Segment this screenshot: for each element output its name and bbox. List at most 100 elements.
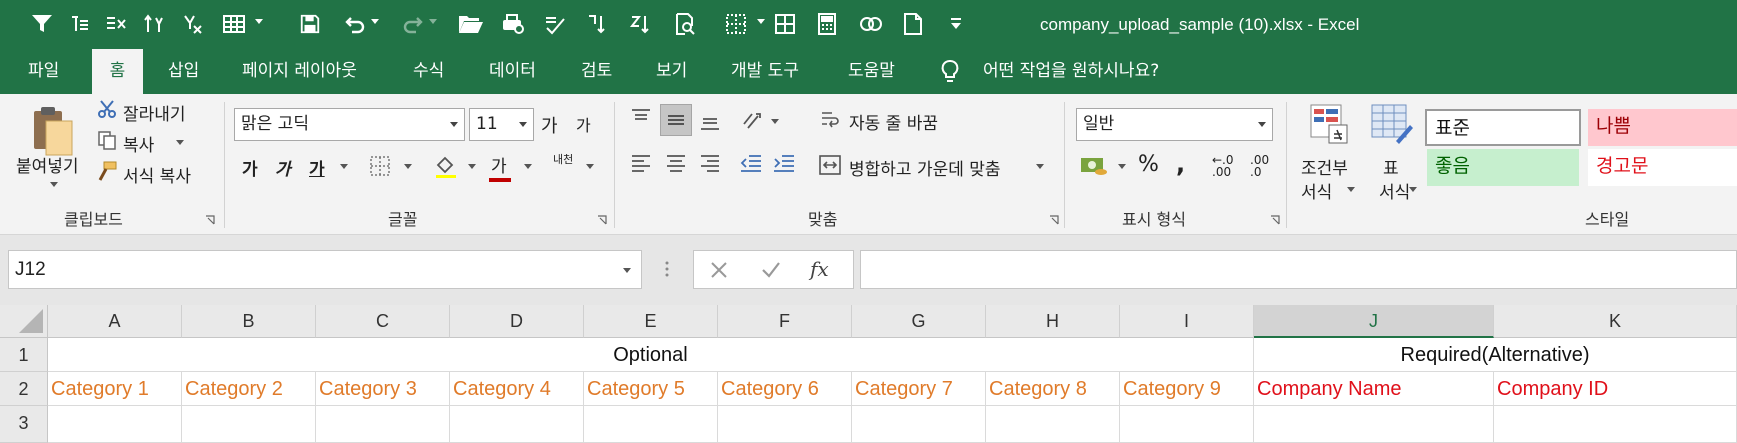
empty-cell[interactable] [584,406,718,443]
empty-cell[interactable] [986,406,1120,443]
undo-icon[interactable] [340,8,379,40]
style-normal[interactable]: 표준 [1425,109,1581,146]
customize-icon[interactable] [946,8,966,40]
empty-cell[interactable] [852,406,986,443]
tab-formulas[interactable]: 수식 [413,49,444,94]
check-icon[interactable] [540,8,570,40]
increase-indent-icon[interactable] [771,152,797,176]
empty-cell[interactable] [48,406,182,443]
open-icon[interactable] [456,8,486,40]
grow-font-button[interactable]: 가 [541,112,558,138]
format-as-table-dropdown-icon[interactable] [1409,187,1417,192]
underline-dropdown-icon[interactable] [340,164,348,169]
align-right-icon[interactable] [698,152,722,176]
scissors-icon[interactable] [96,98,118,120]
format-painter-button[interactable]: 서식 복사 [123,162,191,187]
border-dropdown-icon[interactable] [404,164,412,169]
clipboard-launcher-icon[interactable] [205,215,215,225]
table-icon[interactable] [214,8,263,40]
column-header[interactable]: A [48,305,182,338]
column-header[interactable]: C [316,305,450,338]
insert-function-button[interactable]: fx [810,257,829,281]
category-cell[interactable]: Category 7 [852,372,986,406]
column-header-selected[interactable]: J [1254,305,1494,338]
sort-za-icon[interactable] [626,8,656,40]
increase-decimal-button[interactable]: ←.0.00 [1212,154,1234,178]
paste-button[interactable]: 붙여넣기 [16,152,79,177]
empty-cell[interactable] [1120,406,1254,443]
alignment-launcher-icon[interactable] [1049,215,1059,225]
name-box[interactable]: J12 [8,250,642,289]
conditional-format-button[interactable]: 조건부 [1301,154,1348,179]
find-icon[interactable] [670,8,700,40]
category-cell[interactable]: Category 3 [316,372,450,406]
empty-cell[interactable] [1494,406,1737,443]
clear-filter-icon[interactable] [102,8,130,40]
style-good[interactable]: 좋음 [1427,149,1579,186]
category-cell[interactable]: Category 5 [584,372,718,406]
border-icon[interactable] [367,153,393,179]
align-bottom-icon[interactable] [698,108,722,132]
format-as-table-icon[interactable] [1369,102,1415,146]
select-all-corner[interactable] [0,305,48,338]
format-painter-icon[interactable] [96,160,118,182]
tab-help[interactable]: 도움말 [848,49,895,94]
number-launcher-icon[interactable] [1270,215,1280,225]
row-header[interactable]: 2 [0,372,48,406]
font-color-dropdown-icon[interactable] [524,164,532,169]
phonetic-dropdown-icon[interactable] [586,164,594,169]
tell-me-search[interactable]: 어떤 작업을 원하시나요? [983,49,1159,94]
copy-button[interactable]: 복사 [123,131,154,156]
percent-button[interactable]: % [1138,152,1159,177]
font-size-select[interactable]: 11 [469,108,534,141]
accounting-dropdown-icon[interactable] [1118,164,1126,169]
fill-color-dropdown-icon[interactable] [468,164,476,169]
tab-view[interactable]: 보기 [656,49,687,94]
decrease-decimal-button[interactable]: .00.0 [1250,154,1269,178]
redo-icon[interactable] [398,8,437,40]
wrap-text-button[interactable]: 자동 줄 바꿈 [849,109,938,134]
link-icon[interactable] [856,8,886,40]
save-icon[interactable] [296,8,324,40]
column-header[interactable]: D [450,305,584,338]
style-bad[interactable]: 나쁨 [1588,109,1737,146]
align-top-icon[interactable] [629,106,653,130]
empty-cell[interactable] [1254,406,1494,443]
tab-developer[interactable]: 개발 도구 [731,49,799,94]
conditional-format-dropdown-icon[interactable] [1347,187,1355,192]
sort-icon[interactable] [140,8,168,40]
category-cell[interactable]: Category 8 [986,372,1120,406]
font-color-button[interactable]: 가 [491,152,507,177]
style-warning[interactable]: 경고문 [1588,149,1737,186]
formula-bar-grip-icon[interactable] [665,259,669,279]
category-cell[interactable]: Category 6 [718,372,852,406]
lightbulb-icon[interactable] [940,59,960,89]
font-launcher-icon[interactable] [597,215,607,225]
align-left-icon[interactable] [629,152,653,176]
filter-icon[interactable] [28,8,56,40]
row-header[interactable]: 1 [0,338,48,372]
phonetic-button[interactable]: 내천 [553,154,577,166]
grid-icon[interactable] [770,8,800,40]
fill-color-icon[interactable] [432,152,460,180]
column-header[interactable]: H [986,305,1120,338]
column-header[interactable]: K [1494,305,1737,338]
borders-icon[interactable] [716,8,765,40]
tab-home[interactable]: 홈 [92,49,143,95]
empty-cell[interactable] [316,406,450,443]
category-cell[interactable]: Category 9 [1120,372,1254,406]
shrink-font-button[interactable]: 가 [576,112,591,136]
bold-button[interactable]: 가 [242,155,258,180]
empty-cell[interactable] [718,406,852,443]
tab-data[interactable]: 데이터 [489,49,536,94]
tab-file[interactable]: 파일 [28,49,59,94]
font-name-select[interactable]: 맑은 고딕 [234,108,465,141]
decrease-indent-icon[interactable] [738,152,764,176]
tab-review[interactable]: 검토 [581,49,612,94]
copy-dropdown-icon[interactable] [176,140,184,145]
cut-button[interactable]: 잘라내기 [123,100,186,125]
orientation-dropdown-icon[interactable] [771,119,779,124]
copy-icon[interactable] [96,129,118,151]
italic-button[interactable]: 가 [275,155,291,180]
wrap-text-icon[interactable] [817,107,843,133]
